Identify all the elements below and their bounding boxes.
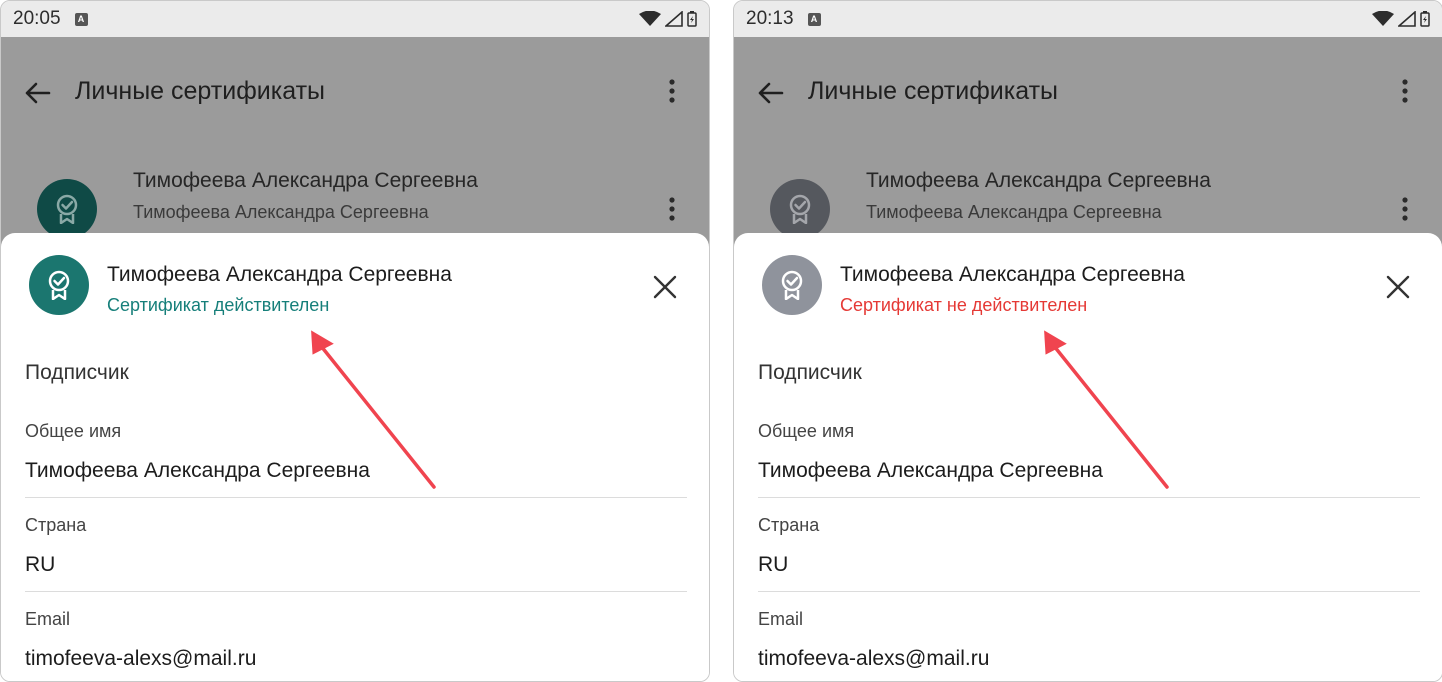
app-bar: Личные сертификаты [1,37,709,145]
section-title-subscriber: Подписчик [25,361,129,384]
field-value-country: RU [25,553,56,576]
certificate-owner-name: Тимофеева Александра Сергеевна [840,263,1185,286]
signal-icon [665,11,683,27]
phone-screen-invalid: 20:13 A Личные сертификаты Тимофеева Але… [733,0,1442,682]
status-time: 20:05 [13,8,61,29]
close-icon[interactable] [1386,275,1410,299]
more-vert-icon[interactable] [1402,79,1408,103]
status-time: 20:13 [746,8,794,29]
certificate-avatar [762,255,822,315]
back-arrow-icon[interactable] [756,81,784,105]
field-value-email: timofeeva-alexs@mail.ru [758,647,990,670]
divider [25,497,687,498]
field-label-common-name: Общее имя [25,421,122,441]
back-arrow-icon[interactable] [23,81,51,105]
battery-icon [687,11,697,27]
wifi-icon [1372,11,1394,26]
divider [758,497,1420,498]
battery-icon [1420,11,1430,27]
certificate-avatar [29,255,89,315]
divider [25,591,687,592]
certificate-status-invalid: Сертификат не действителен [840,295,1088,315]
certificate-badge-icon [48,270,70,300]
section-title-subscriber: Подписчик [758,361,862,384]
field-value-common-name: Тимофеева Александра Сергеевна [25,459,370,482]
certificate-badge-icon [781,270,803,300]
field-label-country: Страна [25,515,87,535]
list-item-name: Тимофеева Александра Сергеевна [133,169,478,192]
field-value-email: timofeeva-alexs@mail.ru [25,647,257,670]
app-bar: Личные сертификаты [734,37,1442,145]
certificate-details-sheet: Тимофеева Александра Сергеевна Сертифика… [1,233,709,681]
certificate-details-sheet: Тимофеева Александра Сергеевна Сертифика… [734,233,1442,681]
list-item-subtitle: Тимофеева Александра Сергеевна [866,202,1162,222]
more-vert-icon[interactable] [669,197,675,221]
certificate-avatar [770,179,830,239]
more-vert-icon[interactable] [669,79,675,103]
field-label-common-name: Общее имя [758,421,855,441]
more-vert-icon[interactable] [1402,197,1408,221]
list-item-name: Тимофеева Александра Сергеевна [866,169,1211,192]
signal-icon [1398,11,1416,27]
page-title: Личные сертификаты [75,77,325,105]
field-value-common-name: Тимофеева Александра Сергеевна [758,459,1103,482]
field-value-country: RU [758,553,789,576]
phone-screen-valid: 20:05 A Личные сертификаты Тимофеева Але… [0,0,710,682]
wifi-icon [639,11,661,26]
field-label-email: Email [25,609,71,629]
close-icon[interactable] [653,275,677,299]
notification-badge-icon: A [74,12,88,26]
certificate-badge-icon [789,194,811,224]
page-title: Личные сертификаты [808,77,1058,105]
notification-badge-icon: A [807,12,821,26]
divider [758,591,1420,592]
certificate-owner-name: Тимофеева Александра Сергеевна [107,263,452,286]
certificate-avatar [37,179,97,239]
certificate-badge-icon [56,194,78,224]
certificate-status-valid: Сертификат действителен [107,295,330,315]
list-item-subtitle: Тимофеева Александра Сергеевна [133,202,429,222]
field-label-email: Email [758,609,804,629]
status-bar: 20:05 A [1,1,709,37]
status-bar: 20:13 A [734,1,1442,37]
field-label-country: Страна [758,515,820,535]
